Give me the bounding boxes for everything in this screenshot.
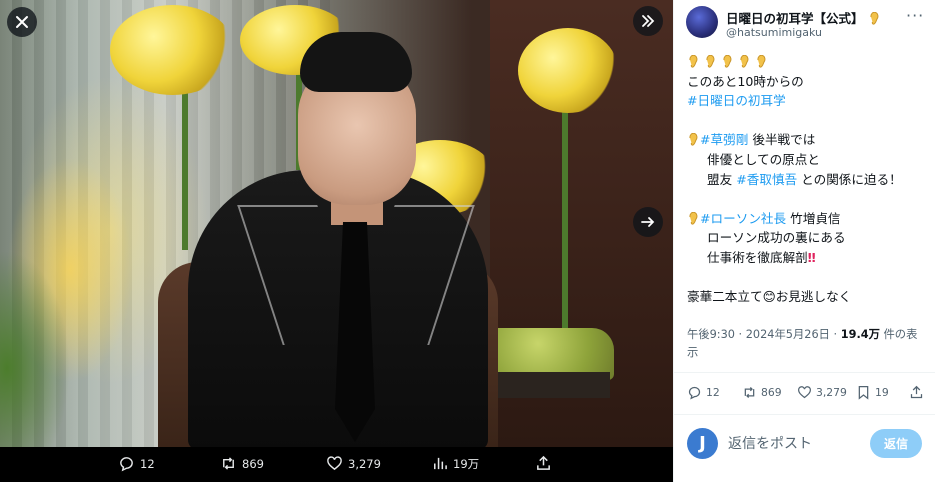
media-action-bar: 12 869 3,279 19万 [0, 447, 673, 482]
account-avatar[interactable] [686, 6, 718, 38]
views-chart-icon [434, 457, 447, 470]
hashtag-link[interactable]: #日曜日の初耳学 [687, 93, 786, 108]
tweet-meta: 午後9:30 · 2024年5月26日 · 19.4万 件の表 示 [687, 326, 922, 362]
reply-button[interactable]: 返信 [870, 429, 922, 458]
tweet-line: #ローソン社長 竹増貞信 [687, 209, 932, 229]
reply-icon [688, 386, 701, 400]
tweet-text-span: 後半戦では [748, 132, 816, 148]
tweet-text-span: 仕事術を徹底解剖 [707, 249, 808, 265]
tweet-panel: 日曜日の初耳学【公式】 @hatsumimigaku ··· このあと10時から… [673, 0, 935, 482]
ear-icon [723, 55, 732, 68]
tweet-line: このあと10時からの [687, 73, 804, 89]
tweet-view-count: 19.4万 [840, 328, 880, 341]
user-avatar[interactable]: J [687, 428, 718, 459]
reply-stat[interactable]: 12 [687, 385, 720, 400]
divider [674, 414, 935, 415]
repost-icon [744, 387, 755, 398]
tweet-text-span: との関係に迫る！ [797, 171, 902, 187]
heart-icon [327, 456, 342, 471]
repost-count: 869 [242, 456, 264, 471]
tweet-text-span: 竹増貞信 [786, 210, 841, 226]
tweet-line: ローソン成功の裏にある [707, 230, 846, 246]
foreground-leaves [0, 250, 70, 447]
tweet-line: #日曜日の初耳学 [687, 91, 932, 111]
share-icon [910, 385, 923, 399]
repost-count: 869 [761, 386, 782, 399]
reply-action[interactable]: 12 [118, 455, 155, 472]
arrow-right-icon [641, 217, 655, 227]
tweet-timestamp[interactable]: 午後9:30 · 2024年5月26日 · [687, 328, 841, 341]
ear-emoji-row [687, 52, 932, 72]
hashtag-link[interactable]: #香取慎吾 [736, 172, 797, 187]
yellow-flowers [110, 5, 235, 95]
reply-count: 12 [706, 386, 720, 399]
tweet-text-span: 豪華二本立て [687, 289, 763, 305]
ear-icon [757, 55, 766, 68]
account-name: 日曜日の初耳学【公式】 [726, 11, 864, 26]
views-action[interactable]: 19万 [431, 455, 479, 472]
tweet-line: 豪華二本立て😊お見逃しなく [687, 287, 932, 307]
repost-stat[interactable]: 869 [742, 385, 782, 400]
close-icon [16, 16, 28, 28]
tweet-line: 盟友 #香取慎吾 との関係に迫る！ [687, 170, 932, 190]
ear-icon [689, 211, 698, 225]
reply-composer: J 返信をポスト 返信 [674, 418, 935, 468]
smile-emoji-icon: 😊 [762, 289, 776, 305]
views-suffix: 件の表 [879, 328, 918, 341]
ear-icon [689, 133, 698, 146]
tweet-text-span: お見逃しなく [775, 289, 852, 305]
tweet-line: 俳優としての原点と [707, 151, 820, 167]
like-action[interactable]: 3,279 [326, 455, 381, 472]
bookmark-icon [858, 386, 869, 400]
account-name-row[interactable]: 日曜日の初耳学【公式】 [726, 8, 881, 27]
flower-stem [182, 80, 188, 250]
account-handle[interactable]: @hatsumimigaku [726, 26, 822, 39]
tweet-stats: 12 869 3,279 19 [687, 385, 927, 405]
tweet-text: このあと10時からの #日曜日の初耳学 #草彅剛 後半戦では 俳優としての原点と… [687, 52, 932, 307]
share-icon [537, 455, 550, 470]
share-action[interactable] [535, 455, 552, 472]
person-hair [300, 32, 412, 92]
tweet-line: #草彅剛 後半戦では [687, 130, 932, 150]
tweet-text-span: 盟友 [707, 171, 737, 187]
hashtag-link[interactable]: #ローソン社長 [700, 211, 786, 226]
repost-icon [223, 457, 234, 470]
repost-action[interactable]: 869 [220, 455, 264, 472]
close-button[interactable] [7, 7, 37, 37]
heart-icon [798, 386, 811, 399]
reply-count: 12 [140, 456, 155, 471]
more-options-icon[interactable]: ··· [906, 6, 924, 25]
divider [674, 372, 935, 373]
reply-input[interactable]: 返信をポスト [728, 433, 812, 453]
ear-icon [740, 55, 749, 68]
view-count: 19万 [453, 456, 480, 471]
views-suffix-continued: 示 [687, 346, 699, 359]
collapse-panel-button[interactable] [633, 6, 663, 36]
share-stat[interactable] [909, 385, 924, 400]
like-count: 3,279 [348, 456, 381, 471]
double-chevron-right-icon [642, 15, 655, 27]
like-count: 3,279 [816, 386, 847, 399]
tweet-line: 仕事術を徹底解剖‼ [687, 248, 932, 268]
ear-icon [870, 12, 879, 25]
media-image[interactable] [0, 0, 673, 447]
reply-icon [120, 457, 133, 472]
flower-stem [562, 110, 568, 340]
bookmark-count: 19 [875, 386, 889, 399]
like-stat[interactable]: 3,279 [797, 385, 847, 400]
next-image-button[interactable] [633, 207, 663, 237]
yellow-flowers [518, 28, 618, 113]
hashtag-link[interactable]: #草彅剛 [700, 132, 748, 147]
ear-icon [689, 55, 698, 68]
bookmark-stat[interactable]: 19 [856, 385, 889, 400]
double-exclamation-icon: ‼ [807, 249, 816, 265]
ear-icon [706, 55, 715, 68]
